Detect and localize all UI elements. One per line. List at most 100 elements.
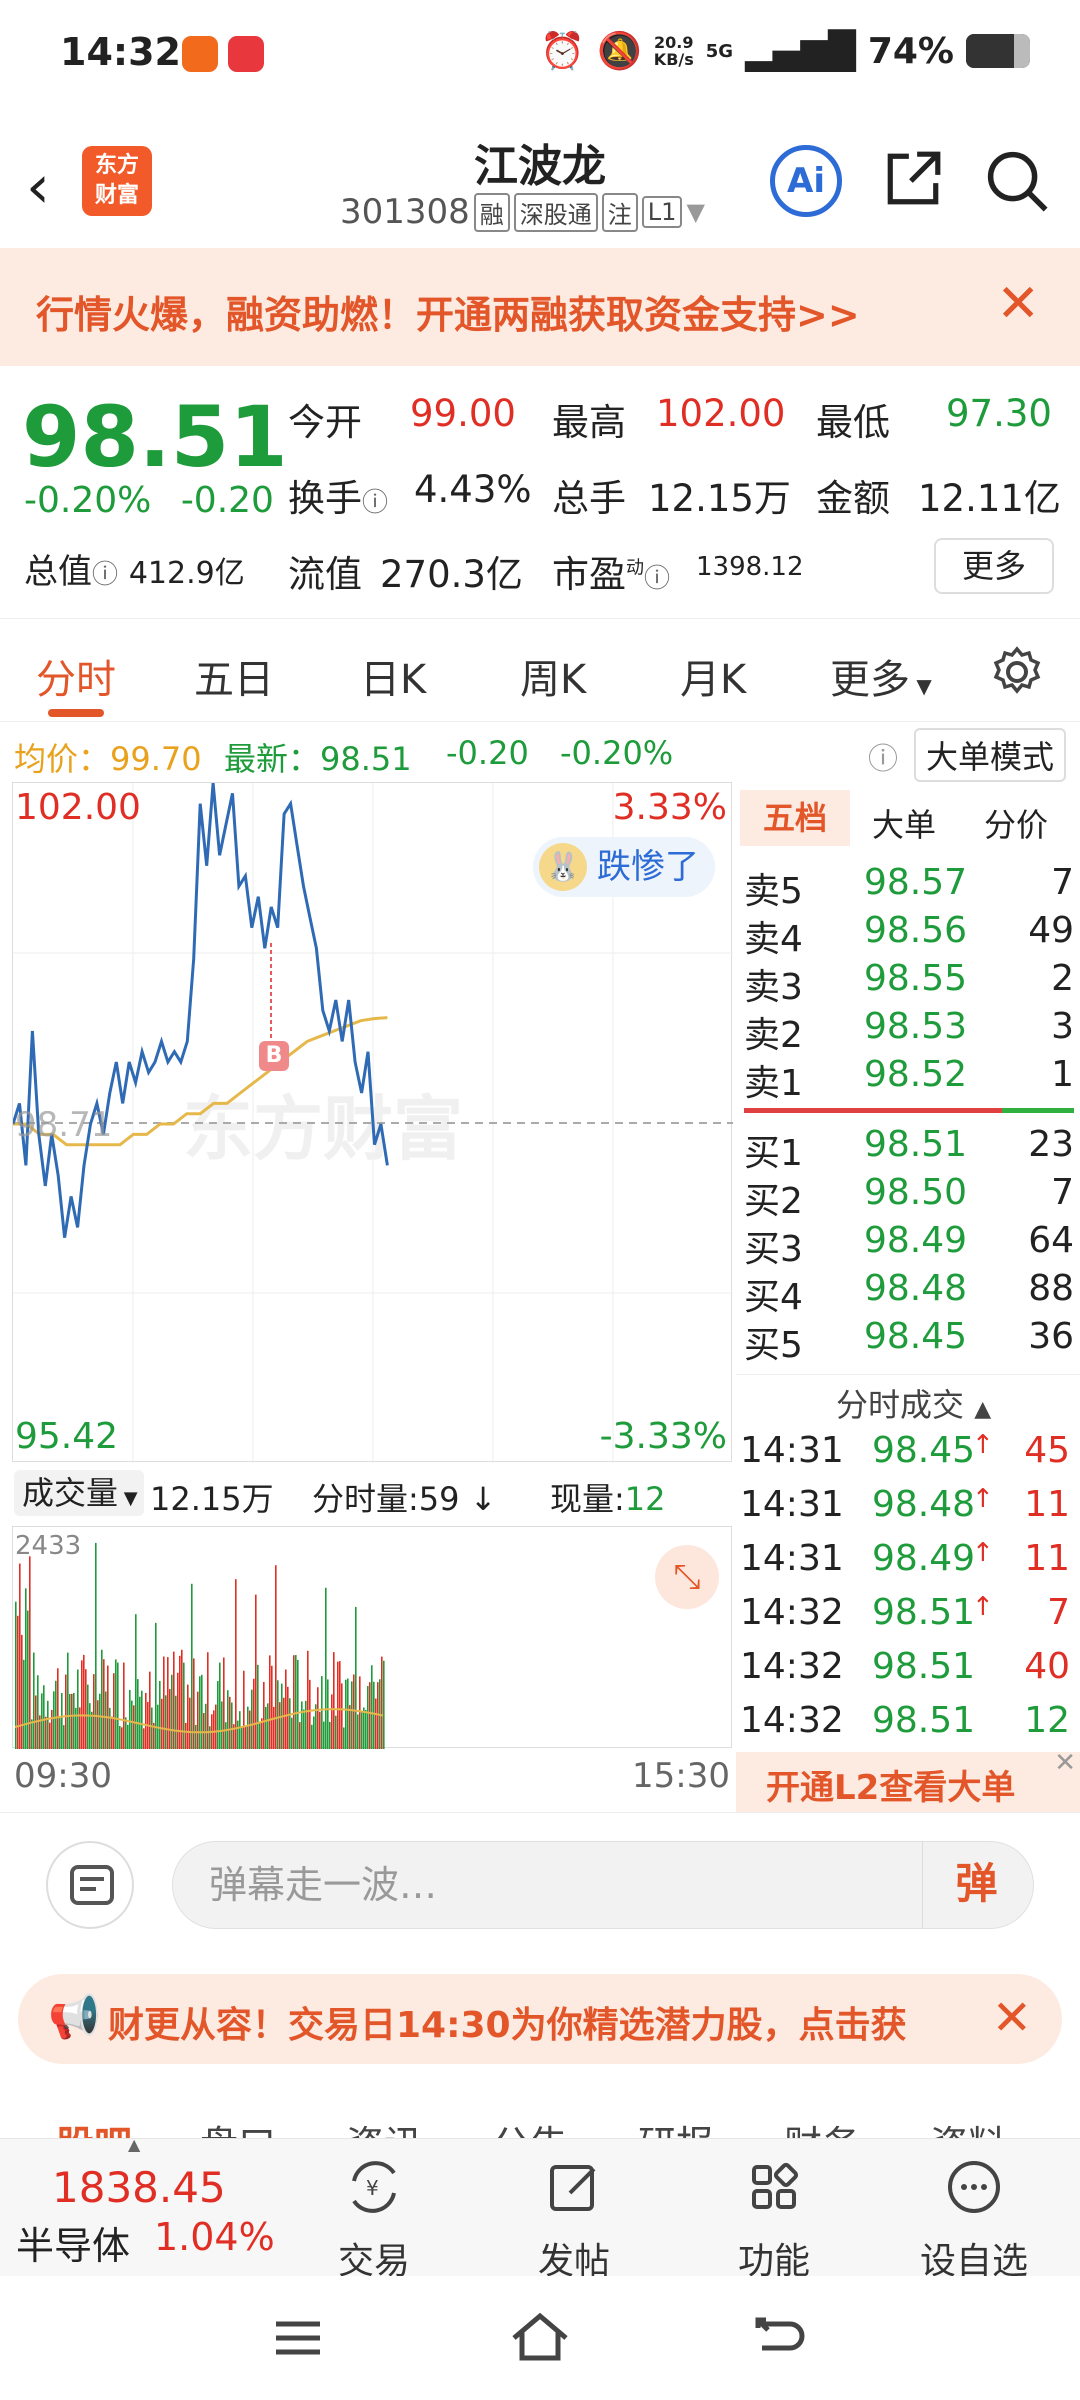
volume-bar [49, 1722, 51, 1749]
tab-daily-k[interactable]: 日K [360, 647, 426, 705]
subtab-announcements[interactable]: 公告 [492, 2114, 568, 2138]
subtab-news[interactable]: 资讯 [346, 2114, 422, 2138]
divider [736, 1374, 1080, 1375]
volume-bar [345, 1679, 347, 1749]
comment-bar: 弹幕走一波… 弹 [0, 1812, 1080, 1940]
volume-bar [43, 1685, 45, 1749]
trade-price: 98.51 [872, 1592, 976, 1633]
volume-bar [363, 1707, 365, 1749]
volume-bar [243, 1670, 245, 1749]
volume-bar [141, 1690, 143, 1749]
tab-five-day[interactable]: 五日 [194, 647, 274, 705]
stock-code-row[interactable]: 301308 融 深股通 注 L1 ▼ [340, 192, 705, 232]
volume-bar [299, 1722, 301, 1749]
info-icon[interactable]: ⓘ [92, 560, 118, 590]
level-price: 98.51 [864, 1124, 968, 1165]
trade-button[interactable]: ¥ 交易 [304, 2157, 444, 2284]
back-nav-icon[interactable] [752, 2314, 808, 2360]
volume-bar [199, 1676, 201, 1749]
order-book-row: 买4 98.48 88 [744, 1268, 1074, 1318]
subtab-reports[interactable]: 研报 [638, 2114, 714, 2138]
change-value: -0.20 [180, 480, 274, 521]
buy-marker[interactable]: B [259, 1041, 289, 1071]
volume-bar [241, 1726, 243, 1749]
level-label: 买2 [744, 1181, 803, 1222]
volume-bar [17, 1615, 19, 1749]
index-ticker[interactable]: ▲ 1838.45 半导体 1.04% [0, 2135, 290, 2277]
tab-weekly-k[interactable]: 周K [520, 647, 586, 705]
sort-icon: ▲ [974, 1397, 992, 1422]
tab-intraday[interactable]: 分时 [36, 647, 116, 705]
subtab-financials[interactable]: 财务 [784, 2114, 860, 2138]
danmu-input[interactable]: 弹幕走一波… [172, 1841, 1034, 1929]
post-button[interactable]: 发帖 [504, 2157, 644, 2284]
volume-total: 12.15万 [150, 1480, 274, 1518]
close-icon[interactable]: ✕ [1054, 1748, 1076, 1778]
share-icon[interactable] [882, 148, 944, 210]
fullscreen-icon[interactable]: ⤡ [655, 1545, 719, 1609]
info-icon[interactable]: ⓘ [362, 488, 388, 518]
turnover-value: 4.43% [414, 468, 532, 511]
svg-text:¥: ¥ [366, 2176, 379, 2200]
turnover-label-text: 换手 [288, 477, 362, 520]
close-icon[interactable]: ✕ [996, 274, 1040, 334]
tag-level: L1 [641, 196, 683, 228]
subtab-profile[interactable]: 资料 [930, 2114, 1006, 2138]
avg-price: 均价：99.70 [14, 734, 202, 780]
volume-bar [67, 1652, 69, 1749]
margin-promo-banner[interactable]: 行情火爆，融资助燃！开通两融获取资金支持>> ✕ [0, 248, 1080, 366]
functions-button[interactable]: 功能 [704, 2157, 844, 2284]
comment-list-icon[interactable] [46, 1841, 134, 1929]
volume-bar [223, 1657, 225, 1749]
danmu-button[interactable]: 弹 [922, 1841, 1030, 1929]
add-watchlist-button[interactable]: 设自选 [904, 2157, 1044, 2284]
prev-close-label: 98.71 [15, 1105, 113, 1145]
home-icon[interactable] [508, 2310, 572, 2364]
tab-more[interactable]: 更多 ▼ [830, 647, 932, 705]
stock-code: 301308 [340, 192, 470, 232]
tab-big-orders[interactable]: 大单 [872, 800, 936, 846]
trade-price: 98.51 [872, 1646, 976, 1687]
intraday-chart[interactable]: 东方财富 102.00 3.33% 98.71 95.42 -3.33% 🐰 跌… [12, 782, 733, 1463]
float-value: 270.3亿 [380, 553, 523, 596]
index-value: 1838.45 [52, 2163, 226, 2212]
level-label: 卖1 [744, 1063, 803, 1104]
settings-icon[interactable] [990, 645, 1044, 699]
volume-bar [267, 1703, 269, 1749]
subtab-orderbook[interactable]: 盘口 [200, 2114, 276, 2138]
volume-bar [317, 1687, 319, 1749]
volume-selector[interactable]: 成交量 ▼ [14, 1470, 144, 1516]
tab-five-levels[interactable]: 五档 [740, 790, 850, 846]
stock-picks-promo[interactable]: 📢 财更从容！交易日14:30为你精选潜力股，点击获 ✕ [18, 1974, 1062, 2064]
volume-bar [117, 1662, 119, 1749]
mute-icon: 🔕 [596, 31, 642, 72]
volume-bar [265, 1706, 267, 1749]
search-icon[interactable] [984, 148, 1050, 214]
volume-bar [185, 1722, 187, 1749]
signal-icon: ▂▄▆█ [745, 30, 856, 72]
help-icon[interactable]: ⓘ [868, 734, 898, 778]
subtab-forum[interactable]: 股吧 [56, 2114, 132, 2138]
volume-bar [121, 1727, 123, 1749]
volume-bar [113, 1673, 115, 1749]
trades-title[interactable]: 分时成交 ▲ [836, 1380, 991, 1426]
index-percent: 1.04% [154, 2215, 275, 2259]
volume-bar [173, 1651, 175, 1749]
order-book-row: 买3 98.49 64 [744, 1220, 1074, 1270]
tab-monthly-k[interactable]: 月K [680, 647, 746, 705]
tab-price-distribution[interactable]: 分价 [984, 800, 1048, 846]
chart-tabs: 分时 五日 日K 周K 月K 更多 ▼ [0, 618, 1080, 722]
pct-min-label: -3.33% [599, 1416, 727, 1457]
l2-upsell[interactable]: 开通L2查看大单 ✕ [736, 1748, 1080, 1812]
volume-bar [279, 1702, 281, 1749]
menu-icon[interactable] [272, 2316, 324, 2360]
big-order-mode-button[interactable]: 大单模式 [914, 728, 1067, 782]
more-button[interactable]: 更多 [934, 538, 1054, 594]
ai-button[interactable]: Ai [770, 145, 842, 217]
latest-label: 最新： [224, 740, 321, 778]
close-icon[interactable]: ✕ [992, 1990, 1032, 2046]
sentiment-badge[interactable]: 🐰 跌惨了 [533, 837, 715, 897]
volume-bar [73, 1692, 75, 1749]
dropdown-icon[interactable]: ▼ [686, 198, 704, 226]
info-icon[interactable]: ⓘ [644, 564, 670, 594]
